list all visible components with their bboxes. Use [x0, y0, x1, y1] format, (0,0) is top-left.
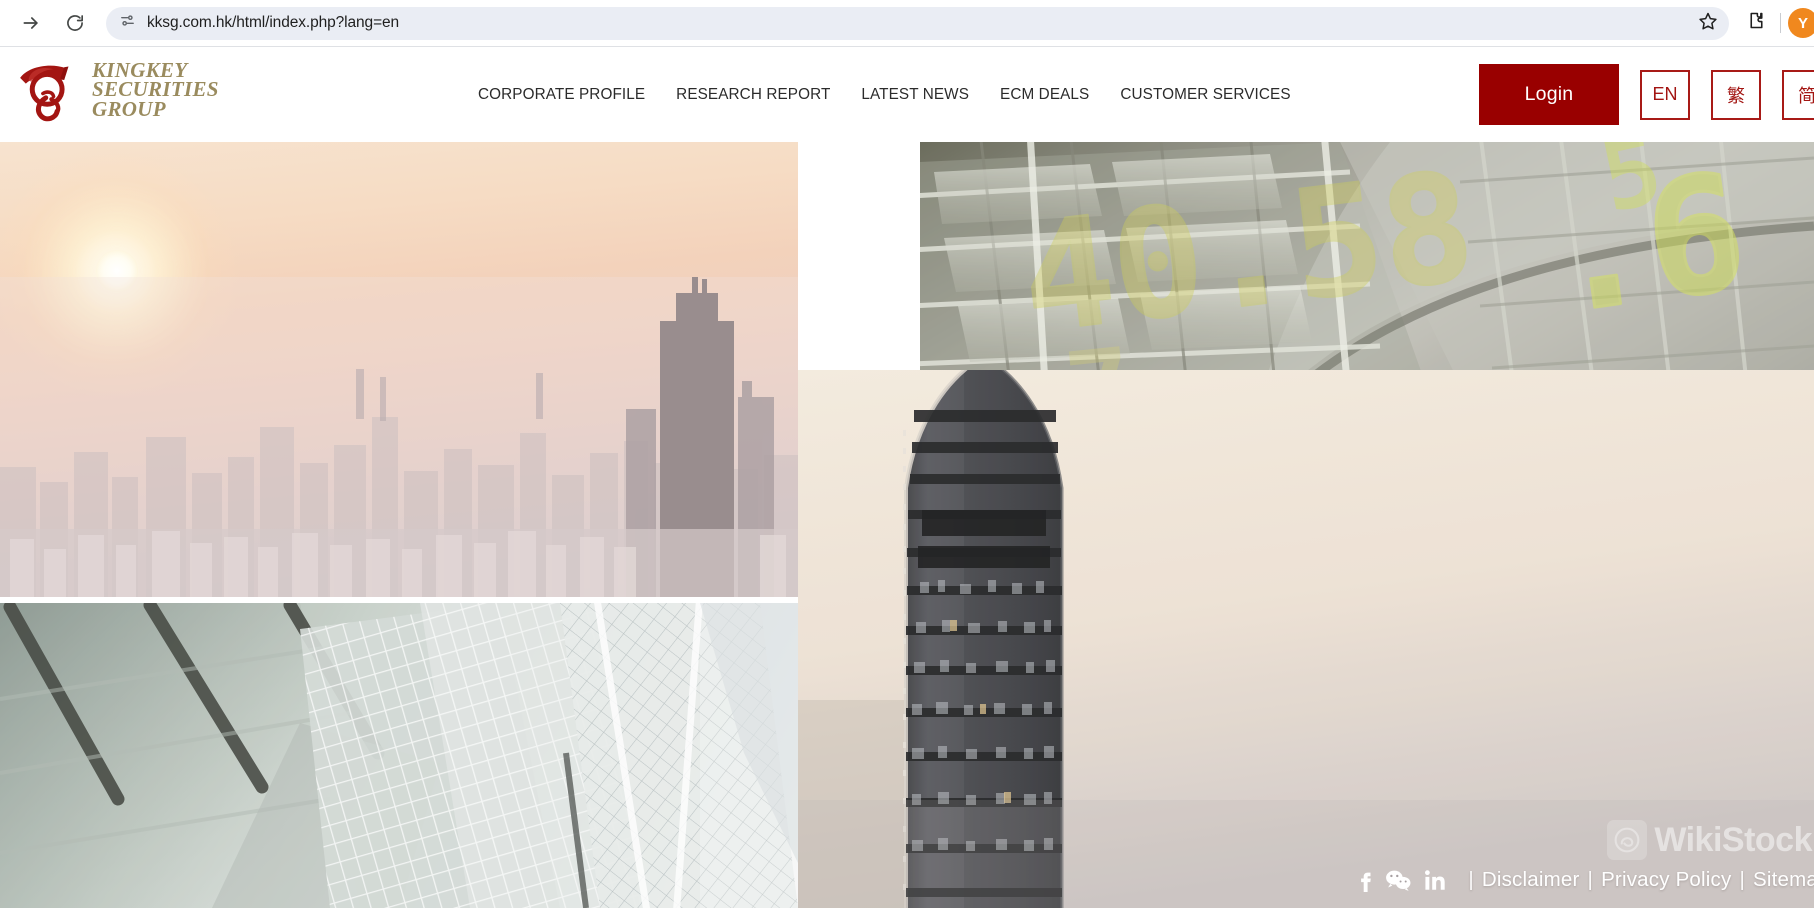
- site-logo[interactable]: KINGKEY SECURITIES GROUP: [14, 58, 219, 122]
- nav-latest-news[interactable]: LATEST NEWS: [861, 86, 969, 104]
- reload-icon: [65, 13, 85, 33]
- hero-tile-glass[interactable]: [0, 603, 798, 908]
- kingkey-phoenix-mark: [14, 58, 86, 122]
- address-bar[interactable]: kksg.com.hk/html/index.php?lang=en: [106, 6, 1729, 40]
- nav-corporate-profile[interactable]: CORPORATE PROFILE: [478, 86, 645, 104]
- extensions-button[interactable]: [1739, 6, 1773, 40]
- profile-avatar[interactable]: Y: [1788, 8, 1814, 38]
- toolbar-divider: [1780, 13, 1781, 33]
- url-text[interactable]: kksg.com.hk/html/index.php?lang=en: [140, 14, 1693, 32]
- facebook-icon[interactable]: [1359, 868, 1372, 892]
- forward-arrow-icon: [21, 13, 41, 33]
- nav-customer-services[interactable]: CUSTOMER SERVICES: [1120, 86, 1290, 104]
- site-settings-icon: [119, 12, 136, 34]
- main-navigation: CORPORATE PROFILE RESEARCH REPORT LATEST…: [478, 47, 1291, 142]
- header-actions: Login EN 繁 简: [1479, 47, 1814, 142]
- hero-mosaic: 40.58 .6 5 7: [0, 142, 1814, 908]
- browser-toolbar: kksg.com.hk/html/index.php?lang=en Y: [0, 0, 1814, 47]
- extensions-puzzle-icon: [1746, 10, 1767, 36]
- footer-link-privacy-policy[interactable]: Privacy Policy: [1601, 868, 1731, 892]
- footer-separator-1: |: [1468, 868, 1474, 891]
- bookmark-button[interactable]: [1693, 8, 1723, 38]
- footer-link-sitemap[interactable]: Sitema: [1753, 868, 1814, 892]
- hero-tile-tower[interactable]: WikiStock | Disclaimer | Privacy Policy …: [798, 370, 1814, 908]
- footer-link-disclaimer[interactable]: Disclaimer: [1482, 868, 1580, 892]
- site-settings-button[interactable]: [114, 10, 140, 36]
- skyline-silhouette: [0, 277, 798, 597]
- nav-ecm-deals[interactable]: ECM DEALS: [1000, 86, 1089, 104]
- wechat-icon[interactable]: [1385, 869, 1411, 891]
- wikistock-watermark: WikiStock: [1607, 820, 1812, 860]
- nav-research-report[interactable]: RESEARCH REPORT: [676, 86, 830, 104]
- star-icon: [1698, 11, 1718, 36]
- wikistock-watermark-text: WikiStock: [1654, 820, 1812, 859]
- site-header: KINGKEY SECURITIES GROUP CORPORATE PROFI…: [0, 47, 1814, 142]
- glass-architecture: [0, 603, 798, 908]
- reload-button[interactable]: [58, 6, 92, 40]
- login-button[interactable]: Login: [1479, 64, 1619, 125]
- hero-tile-skyline[interactable]: [0, 142, 798, 597]
- footer-separator-3: |: [1739, 868, 1745, 891]
- linkedin-icon[interactable]: [1424, 869, 1447, 891]
- footer-separator-2: |: [1587, 868, 1594, 891]
- footer-links: | Disclaimer | Privacy Policy | Sitema: [1359, 868, 1814, 892]
- lang-simplified-chinese[interactable]: 简: [1782, 69, 1814, 120]
- lang-traditional-chinese[interactable]: 繁: [1711, 69, 1761, 120]
- logo-line-3: GROUP: [92, 96, 166, 121]
- wikistock-logo-icon: [1607, 820, 1648, 860]
- lang-en[interactable]: EN: [1640, 69, 1690, 120]
- forward-button[interactable]: [14, 6, 48, 40]
- logo-wordmark: KINGKEY SECURITIES GROUP: [92, 60, 219, 121]
